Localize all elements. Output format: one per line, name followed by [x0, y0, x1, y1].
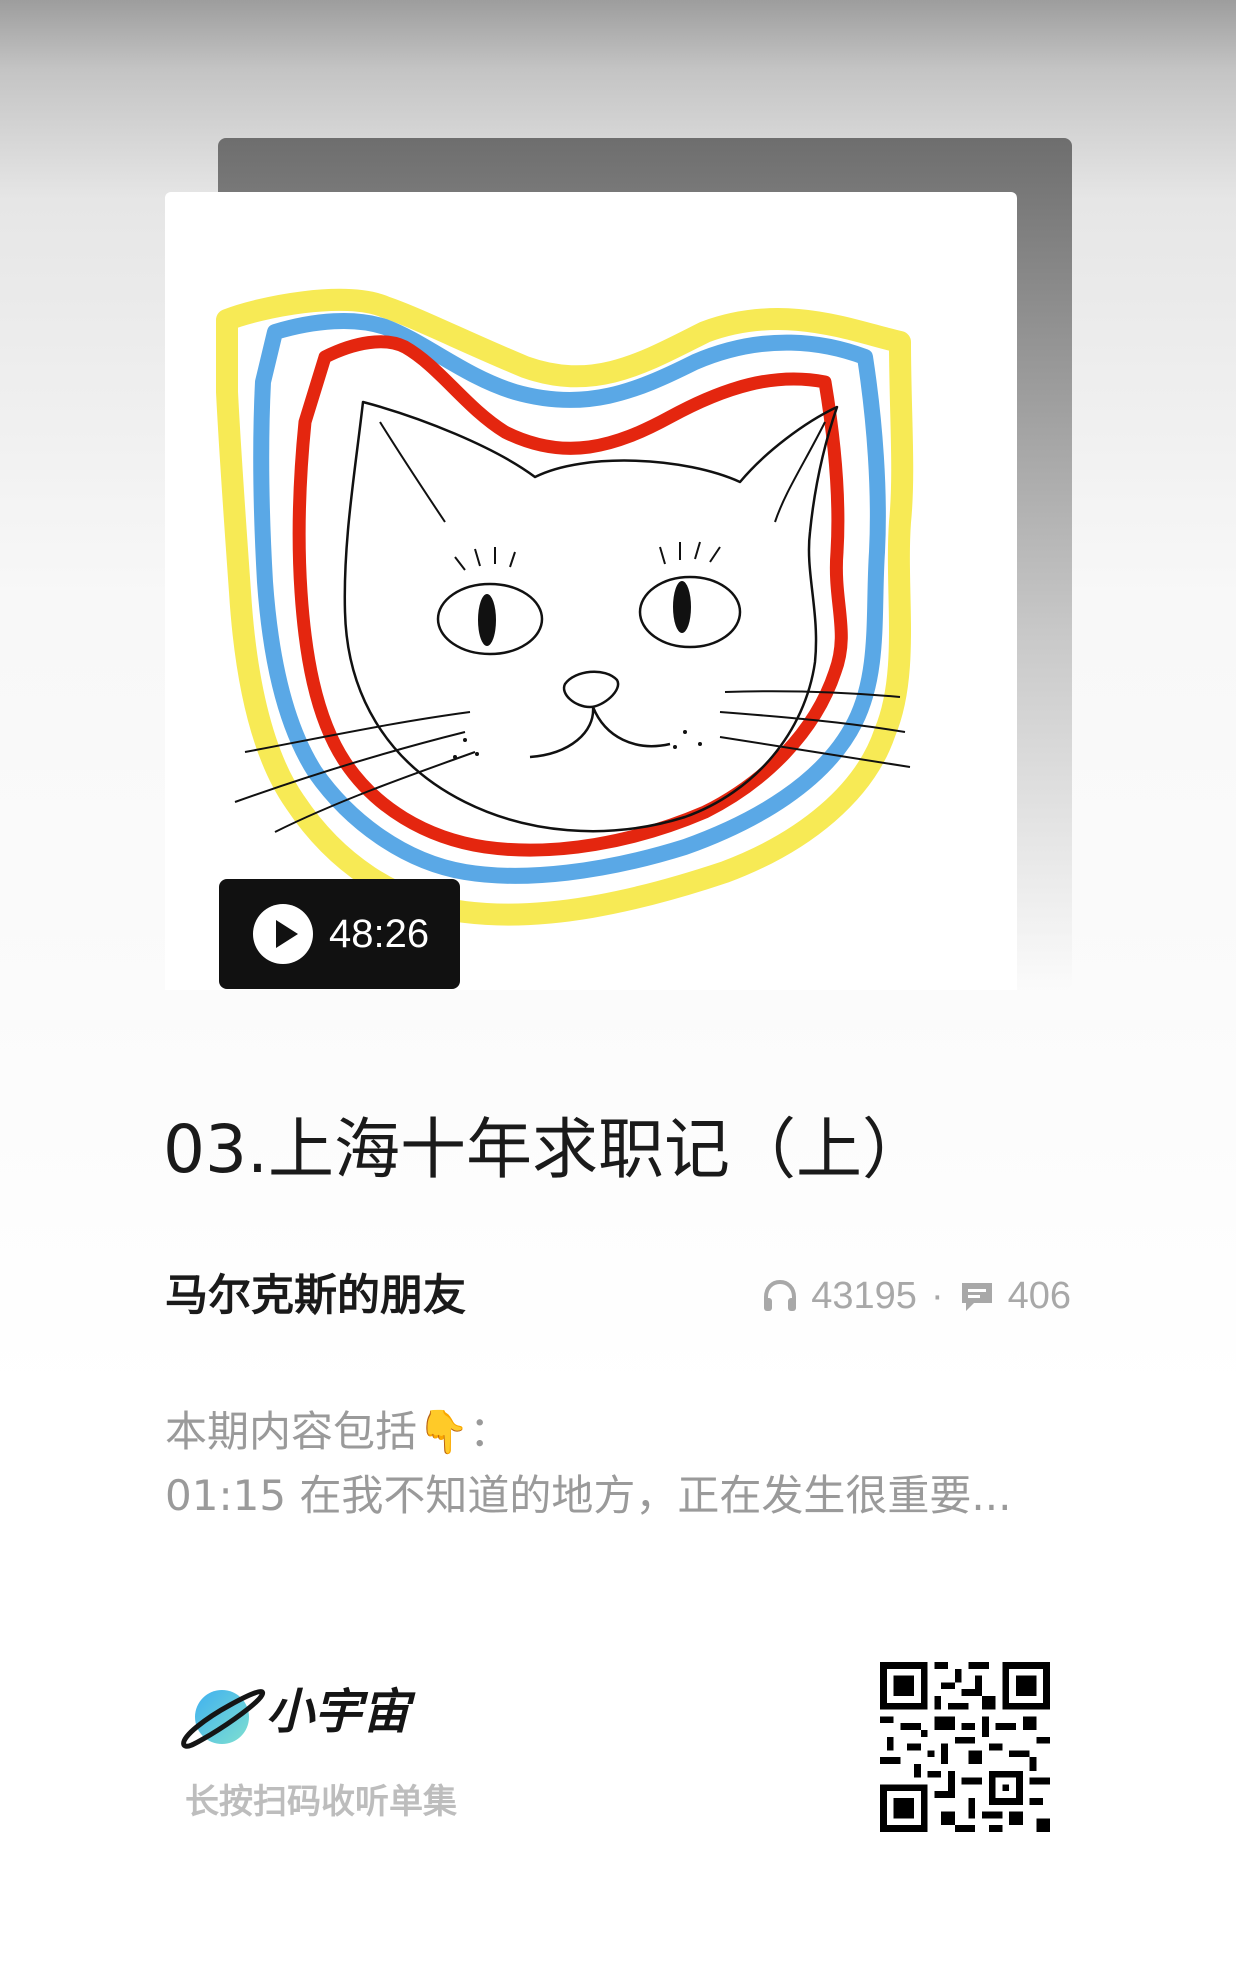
episode-title: 03.上海十年求职记（上）	[163, 1111, 928, 1188]
cover-cat-ear-right	[774, 421, 826, 523]
cover-blue-outline	[253, 313, 886, 884]
cover-cat-illustration	[216, 288, 914, 926]
description-intro: 本期内容包括👇：	[165, 1407, 512, 1456]
cover-cat-mouth	[529, 706, 671, 759]
headphones-icon	[764, 1279, 797, 1311]
cover-cat-line	[343, 400, 839, 833]
cover-cat-pupil-left	[478, 594, 496, 646]
scan-hint: 长按扫码收听单集	[185, 1782, 457, 1822]
comment-icon	[961, 1283, 992, 1311]
comment-count: 406	[1007, 1274, 1071, 1317]
episode-cover[interactable]	[165, 192, 1017, 990]
cover-cat-ear-left	[379, 421, 446, 523]
cover-cat-nose	[562, 670, 620, 709]
play-count: 43195	[811, 1274, 917, 1317]
cover-cat-pupil-right	[673, 581, 691, 633]
duration-badge[interactable]: 48:26	[219, 879, 460, 989]
podcast-name[interactable]: 马尔克斯的朋友	[165, 1268, 466, 1324]
description-first-item: 01:15 在我不知道的地方，正在发生很重要...	[165, 1471, 1012, 1520]
qr-code[interactable]	[880, 1662, 1050, 1832]
cover-red-outline	[292, 335, 848, 857]
brand-name: 小宇宙	[266, 1684, 411, 1740]
duration-text: 48:26	[329, 912, 430, 956]
cover-cat-lashes-right	[659, 541, 721, 565]
stats-separator: ·	[930, 1274, 944, 1317]
play-icon	[253, 904, 313, 964]
cover-cat-lashes-left	[454, 547, 516, 571]
planet-logo-icon	[181, 1689, 266, 1749]
episode-stats: 43195 · 406	[761, 1268, 1071, 1324]
